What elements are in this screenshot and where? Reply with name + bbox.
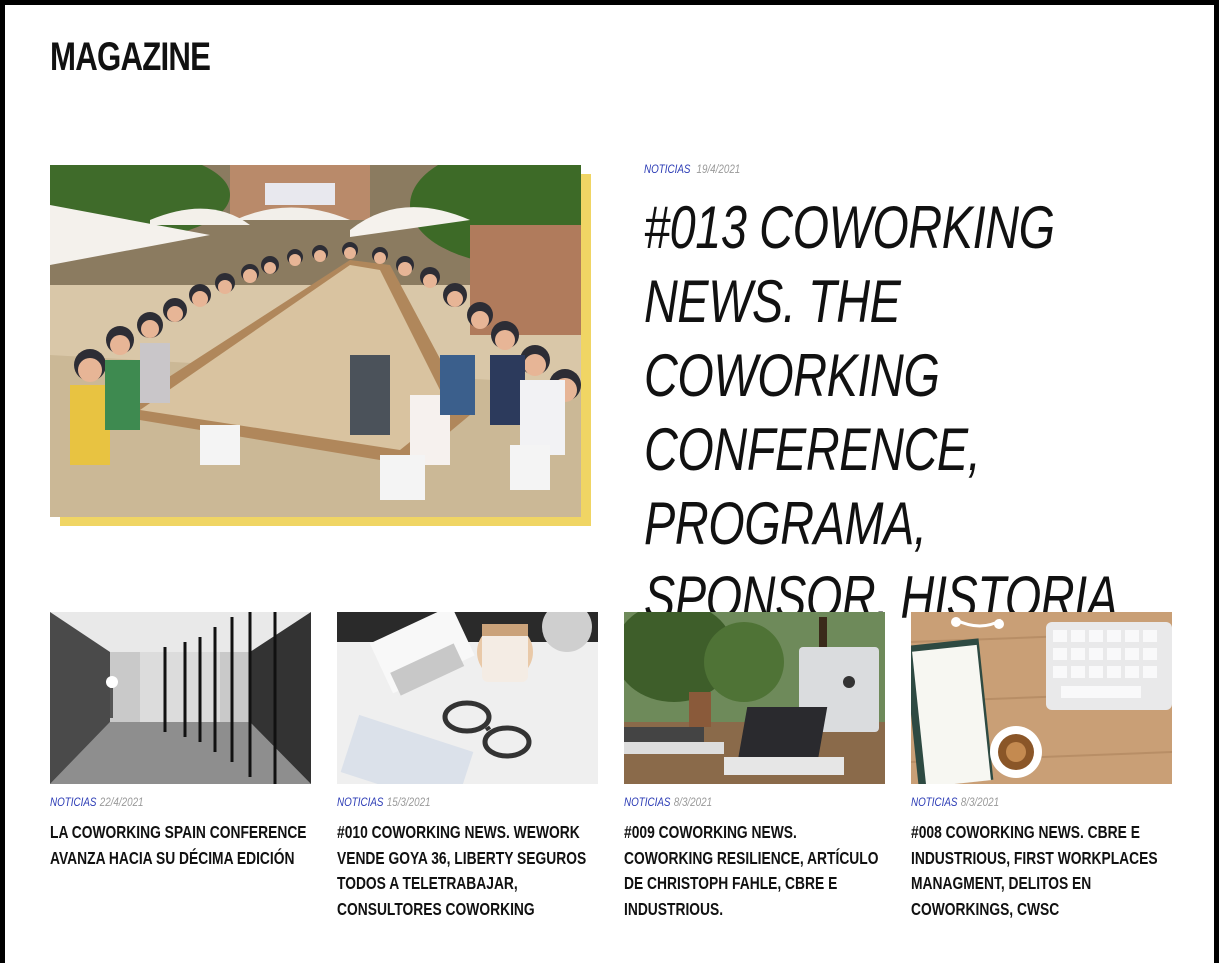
article-date: 22/4/2021 xyxy=(99,795,144,809)
article-title-link[interactable]: #009 COWORKING NEWS. COWORKING RESILIENC… xyxy=(624,820,885,922)
article-meta: NOTICIAS 8/3/2021 xyxy=(911,795,1125,813)
article-date: 15/3/2021 xyxy=(386,795,431,809)
article-category-link[interactable]: NOTICIAS xyxy=(50,795,96,809)
article-meta: NOTICIAS 15/3/2021 xyxy=(337,795,551,813)
page-frame: MAGAZINE NOTICIAS 19/4/2021 #013 COWORKI… xyxy=(0,0,1219,963)
article-image[interactable] xyxy=(50,612,311,784)
article-card: NOTICIAS 15/3/2021 #010 COWORKING NEWS. W… xyxy=(337,612,598,922)
article-meta: NOTICIAS 22/4/2021 xyxy=(50,795,264,813)
section-title: MAGAZINE xyxy=(50,35,211,79)
article-image[interactable] xyxy=(911,612,1172,784)
featured-category-link[interactable]: NOTICIAS xyxy=(644,162,690,176)
article-card: NOTICIAS 8/3/2021 #009 COWORKING NEWS. CO… xyxy=(624,612,885,922)
article-date: 8/3/2021 xyxy=(673,795,713,809)
featured-image[interactable] xyxy=(50,165,581,517)
article-card: NOTICIAS 8/3/2021 #008 COWORKING NEWS. CB… xyxy=(911,612,1172,922)
article-category-link[interactable]: NOTICIAS xyxy=(337,795,383,809)
article-image[interactable] xyxy=(337,612,598,784)
article-title-link[interactable]: #010 COWORKING NEWS. WEWORK VENDE GOYA 3… xyxy=(337,820,598,922)
article-image[interactable] xyxy=(624,612,885,784)
article-title-link[interactable]: #008 COWORKING NEWS. CBRE E INDUSTRIOUS,… xyxy=(911,820,1172,922)
featured-meta: NOTICIAS 19/4/2021 xyxy=(644,162,740,176)
article-category-link[interactable]: NOTICIAS xyxy=(911,795,957,809)
article-category-link[interactable]: NOTICIAS xyxy=(624,795,670,809)
article-card: NOTICIAS 22/4/2021 LA COWORKING SPAIN CON… xyxy=(50,612,311,871)
featured-date: 19/4/2021 xyxy=(696,162,741,176)
article-title-link[interactable]: LA COWORKING SPAIN CONFERENCE AVANZA HAC… xyxy=(50,820,311,871)
article-date: 8/3/2021 xyxy=(960,795,1000,809)
featured-title-link[interactable]: #013 COWORKING NEWS. THE COWORKING CONFE… xyxy=(644,191,1174,635)
article-meta: NOTICIAS 8/3/2021 xyxy=(624,795,838,813)
